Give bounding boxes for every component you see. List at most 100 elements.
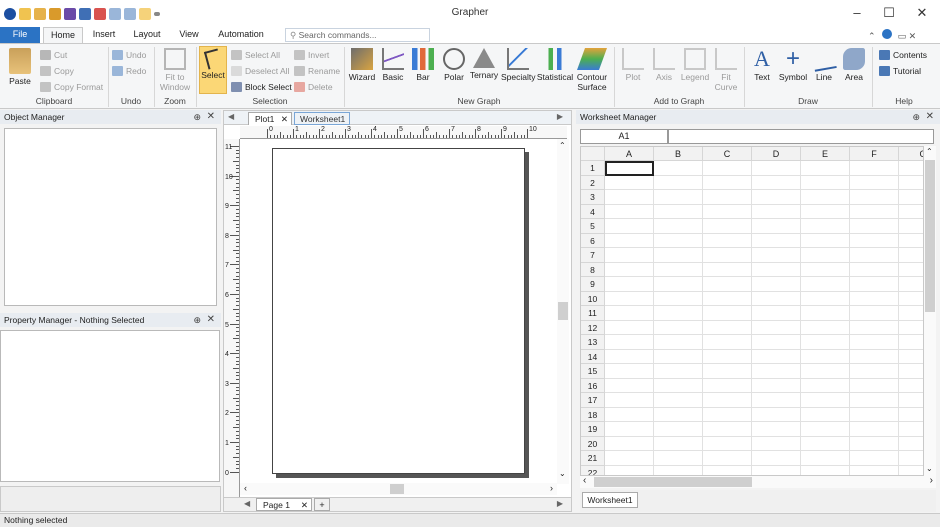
rename-button[interactable]: Rename: [294, 64, 340, 78]
row-header[interactable]: 17: [581, 393, 605, 408]
close-panel-icon[interactable]: ✕: [207, 110, 215, 124]
table-cell[interactable]: [752, 204, 801, 219]
table-cell[interactable]: [850, 190, 899, 205]
table-cell[interactable]: [654, 262, 703, 277]
table-cell[interactable]: [850, 233, 899, 248]
table-cell[interactable]: [605, 277, 654, 292]
help-contents-button[interactable]: Contents: [879, 48, 927, 62]
page-next-icon[interactable]: ▶: [557, 499, 563, 508]
table-cell[interactable]: [605, 175, 654, 190]
add-legend-button[interactable]: Legend: [679, 48, 711, 82]
row-header[interactable]: 2: [581, 175, 605, 190]
table-cell[interactable]: [605, 364, 654, 379]
tab-automation[interactable]: Automation: [212, 27, 270, 43]
table-cell[interactable]: [654, 407, 703, 422]
table-cell[interactable]: [605, 393, 654, 408]
help-icon[interactable]: [882, 29, 893, 39]
table-cell[interactable]: [752, 320, 801, 335]
draw-line-button[interactable]: Line: [810, 46, 838, 82]
tab-view[interactable]: View: [172, 27, 206, 43]
delete-button[interactable]: Delete: [294, 80, 333, 94]
ws-scroll-thumb[interactable]: [925, 160, 935, 312]
row-header[interactable]: 3: [581, 190, 605, 205]
vertical-scrollbar[interactable]: ⌃ ⌄: [557, 139, 569, 484]
undo-button[interactable]: Undo: [112, 48, 146, 62]
plot-page[interactable]: [272, 148, 525, 474]
scroll-right-icon[interactable]: ›: [550, 483, 553, 493]
horizontal-scrollbar[interactable]: ‹ ›: [240, 483, 557, 495]
specialty-graph-button[interactable]: Specialty: [501, 48, 536, 82]
column-header[interactable]: B: [654, 147, 703, 161]
hscroll-thumb[interactable]: [390, 484, 404, 494]
collapse-ribbon-icon[interactable]: ⌃: [868, 31, 876, 41]
table-cell[interactable]: [703, 335, 752, 350]
table-cell[interactable]: [703, 364, 752, 379]
table-cell[interactable]: [850, 465, 899, 475]
copy-format-button[interactable]: Copy Format: [40, 80, 103, 94]
table-cell[interactable]: [801, 393, 850, 408]
ws-scroll-up-icon[interactable]: ⌃: [926, 147, 933, 156]
table-cell[interactable]: [703, 407, 752, 422]
table-cell[interactable]: [850, 451, 899, 466]
table-cell[interactable]: [850, 306, 899, 321]
draw-area-button[interactable]: Area: [840, 48, 868, 82]
table-cell[interactable]: [654, 349, 703, 364]
row-header[interactable]: 12: [581, 320, 605, 335]
table-cell[interactable]: [703, 233, 752, 248]
table-cell[interactable]: [899, 205, 923, 219]
row-header[interactable]: 11: [581, 306, 605, 321]
ws-scroll-left-icon[interactable]: ‹: [583, 475, 586, 486]
table-cell[interactable]: [801, 349, 850, 364]
table-cell[interactable]: [605, 378, 654, 393]
column-header[interactable]: G: [899, 147, 923, 161]
table-cell[interactable]: [654, 190, 703, 205]
table-cell[interactable]: [752, 306, 801, 321]
deselect-all-button[interactable]: Deselect All: [231, 64, 289, 78]
object-tree[interactable]: [4, 128, 217, 306]
table-cell[interactable]: [703, 175, 752, 190]
row-header[interactable]: 9: [581, 277, 605, 292]
table-cell[interactable]: [654, 320, 703, 335]
table-cell[interactable]: [801, 465, 850, 475]
table-cell[interactable]: [605, 233, 654, 248]
table-cell[interactable]: [703, 204, 752, 219]
table-cell[interactable]: [703, 465, 752, 475]
row-header[interactable]: 7: [581, 248, 605, 263]
table-cell[interactable]: [752, 262, 801, 277]
table-cell[interactable]: [703, 320, 752, 335]
table-cell[interactable]: [899, 292, 923, 306]
table-cell[interactable]: [605, 407, 654, 422]
tab-layout[interactable]: Layout: [128, 27, 166, 43]
close-window-button[interactable]: ✕: [907, 4, 937, 22]
scroll-left-icon[interactable]: ‹: [244, 483, 247, 493]
table-cell[interactable]: [605, 465, 654, 475]
table-cell[interactable]: [654, 204, 703, 219]
row-header[interactable]: 20: [581, 436, 605, 451]
table-cell[interactable]: [752, 451, 801, 466]
table-cell[interactable]: [752, 335, 801, 350]
table-cell[interactable]: [654, 248, 703, 263]
table-cell[interactable]: [801, 436, 850, 451]
table-cell[interactable]: [850, 349, 899, 364]
table-cell[interactable]: [801, 407, 850, 422]
table-cell[interactable]: [752, 465, 801, 475]
table-cell[interactable]: [850, 393, 899, 408]
statistical-graph-button[interactable]: Statistical: [536, 48, 574, 82]
redo-button[interactable]: Redo: [112, 64, 146, 78]
table-cell[interactable]: [654, 233, 703, 248]
table-cell[interactable]: [899, 277, 923, 292]
worksheet-grid[interactable]: ABCDEFG123456789101112131415161718192021…: [580, 146, 924, 476]
table-cell[interactable]: [752, 393, 801, 408]
table-cell[interactable]: [850, 262, 899, 277]
scroll-up-icon[interactable]: ⌃: [559, 141, 566, 150]
pin-icon[interactable]: ⊕: [912, 110, 920, 124]
table-cell[interactable]: [752, 190, 801, 205]
column-header[interactable]: A: [605, 147, 654, 161]
table-cell[interactable]: [801, 277, 850, 292]
column-header[interactable]: F: [850, 147, 899, 161]
property-grid[interactable]: [0, 330, 220, 482]
table-cell[interactable]: [850, 219, 899, 234]
table-cell[interactable]: [899, 408, 923, 422]
tab-scroll-left-icon[interactable]: ◀: [228, 112, 234, 121]
table-cell[interactable]: [801, 451, 850, 466]
